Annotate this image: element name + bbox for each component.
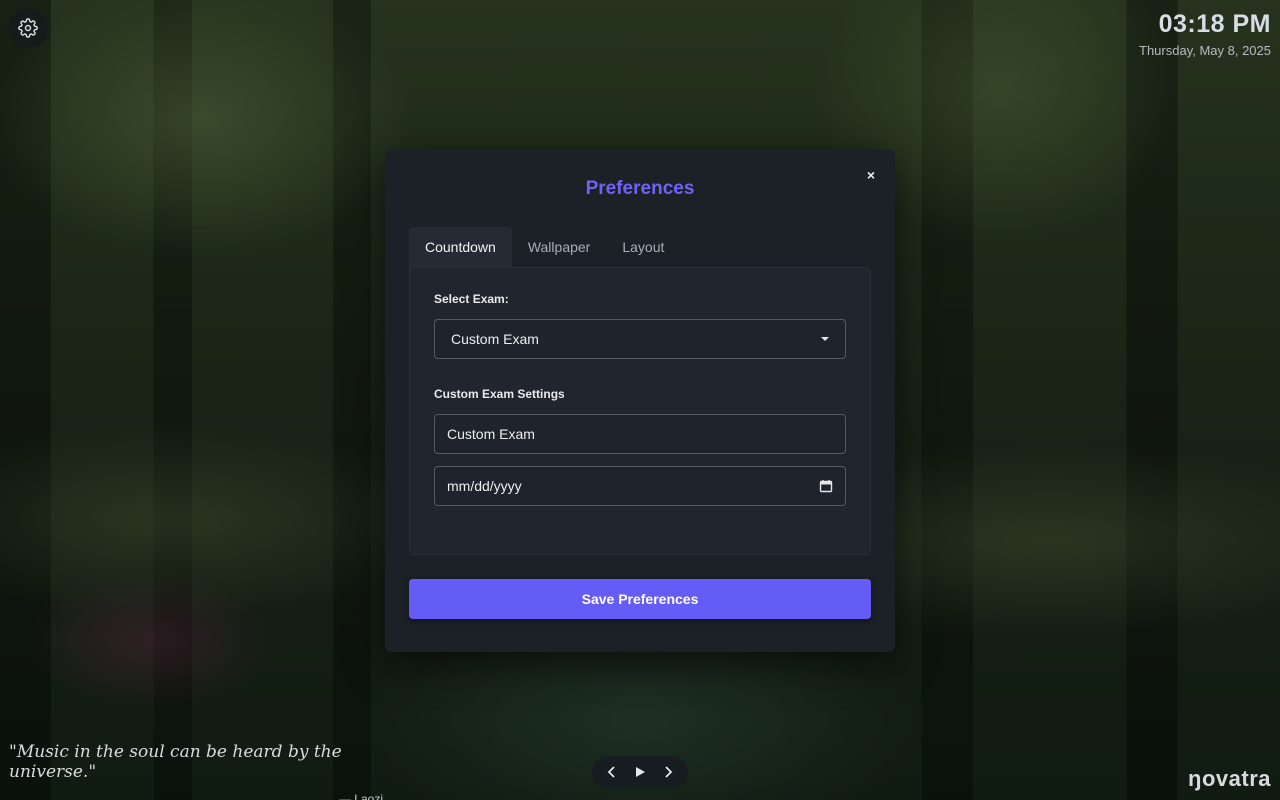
close-button[interactable]: × <box>867 167 875 183</box>
gear-icon <box>18 18 38 38</box>
exam-date-input[interactable]: mm/dd/yyyy <box>434 466 846 506</box>
clock-widget: 03:18 PM Thursday, May 8, 2025 <box>1139 10 1271 58</box>
exam-date-placeholder: mm/dd/yyyy <box>447 478 522 494</box>
quote-text: "Music in the soul can be heard by the u… <box>9 742 342 782</box>
play-button[interactable] <box>628 760 652 784</box>
tab-bar: Countdown Wallpaper Layout <box>409 227 871 267</box>
quote-widget: "Music in the soul can be heard by the u… <box>9 742 389 800</box>
clock-time: 03:18 PM <box>1158 10 1271 38</box>
custom-settings-label: Custom Exam Settings <box>434 387 565 401</box>
countdown-panel: Select Exam: Custom Exam Custom Exam Set… <box>409 267 871 555</box>
save-preferences-button[interactable]: Save Preferences <box>409 579 871 619</box>
clock-date: Thursday, May 8, 2025 <box>1139 43 1271 58</box>
play-icon <box>636 767 645 777</box>
settings-button[interactable] <box>8 8 48 48</box>
select-exam-label: Select Exam: <box>434 292 509 306</box>
caret-down-icon <box>821 337 829 341</box>
previous-button[interactable] <box>600 760 624 784</box>
chevron-right-icon <box>665 766 673 778</box>
calendar-icon[interactable] <box>819 479 833 493</box>
brand-logo: ŋovatra <box>1188 766 1271 791</box>
exam-select[interactable]: Custom Exam <box>434 319 846 359</box>
tab-wallpaper[interactable]: Wallpaper <box>512 227 607 267</box>
media-controls <box>592 756 688 788</box>
modal-title: Preferences <box>585 178 695 199</box>
custom-exam-name-value: Custom Exam <box>447 426 535 442</box>
preferences-modal: Preferences × Countdown Wallpaper Layout… <box>385 150 895 652</box>
custom-exam-name-input[interactable]: Custom Exam <box>434 414 846 454</box>
chevron-left-icon <box>607 766 615 778</box>
tab-countdown[interactable]: Countdown <box>409 227 512 267</box>
exam-select-value: Custom Exam <box>451 331 539 347</box>
quote-author: — Laozi <box>338 792 383 800</box>
tab-layout[interactable]: Layout <box>606 227 680 267</box>
next-button[interactable] <box>656 760 680 784</box>
